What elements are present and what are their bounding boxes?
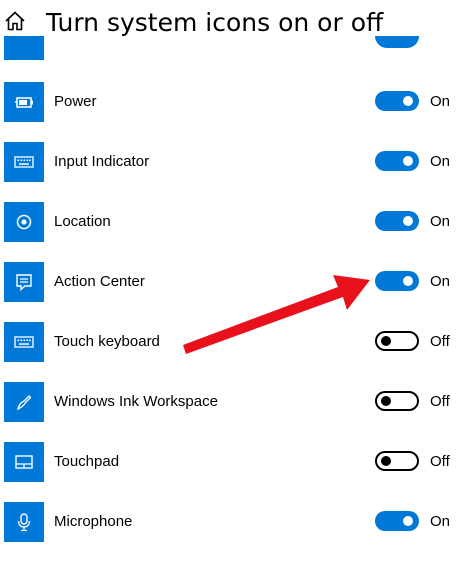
row-label: Input Indicator	[54, 153, 150, 170]
home-icon[interactable]	[4, 10, 26, 32]
toggle-knob	[381, 336, 391, 346]
toggle-state-label: On	[430, 153, 451, 170]
row-label: Action Center	[54, 273, 145, 290]
row-label: Microphone	[54, 513, 133, 530]
pen-icon	[4, 382, 44, 422]
row-action-center: Action Center On	[0, 251, 463, 311]
battery-icon	[4, 82, 44, 122]
partial-icon-tile	[4, 36, 44, 60]
toggle-action-center[interactable]	[375, 271, 419, 291]
toggle-state-label: Off	[430, 333, 450, 350]
row-microphone: Microphone On	[0, 491, 463, 551]
row-label: Touch keyboard	[54, 333, 160, 350]
toggle-touch-keyboard[interactable]	[375, 331, 419, 351]
keyboard-icon	[4, 322, 44, 362]
row-touch-keyboard: Touch keyboard Off	[0, 311, 463, 371]
toggle-windows-ink-workspace[interactable]	[375, 391, 419, 411]
page-title: Turn system icons on or off	[46, 8, 384, 37]
toggle-touchpad[interactable]	[375, 451, 419, 471]
toggle-knob	[381, 396, 391, 406]
toggle-knob	[403, 216, 413, 226]
toggle-state-label: On	[430, 93, 451, 110]
microphone-icon	[4, 502, 44, 542]
toggle-state-label: Off	[430, 393, 450, 410]
row-location: Location On	[0, 191, 463, 251]
action-center-icon	[4, 262, 44, 302]
row-label: Touchpad	[54, 453, 120, 470]
row-touchpad: Touchpad Off	[0, 431, 463, 491]
toggle-knob	[403, 276, 413, 286]
toggle-microphone[interactable]	[375, 511, 419, 531]
row-input-indicator: Input Indicator On	[0, 131, 463, 191]
toggle-state-label: On	[430, 213, 451, 230]
keyboard-icon	[4, 142, 44, 182]
toggle-power[interactable]	[375, 91, 419, 111]
row-windows-ink-workspace: Windows Ink Workspace Off	[0, 371, 463, 431]
location-icon	[4, 202, 44, 242]
partial-toggle[interactable]	[375, 36, 419, 48]
toggle-knob	[381, 456, 391, 466]
row-label: Power	[54, 93, 97, 110]
toggle-knob	[403, 96, 413, 106]
row-label: Windows Ink Workspace	[54, 393, 218, 410]
toggle-input-indicator[interactable]	[375, 151, 419, 171]
toggle-location[interactable]	[375, 211, 419, 231]
toggle-state-label: On	[430, 513, 451, 530]
row-power: Power On	[0, 71, 463, 131]
toggle-state-label: Off	[430, 453, 450, 470]
toggle-knob	[403, 516, 413, 526]
toggle-state-label: On	[430, 273, 451, 290]
touchpad-icon	[4, 442, 44, 482]
toggle-knob	[403, 156, 413, 166]
row-label: Location	[54, 213, 111, 230]
